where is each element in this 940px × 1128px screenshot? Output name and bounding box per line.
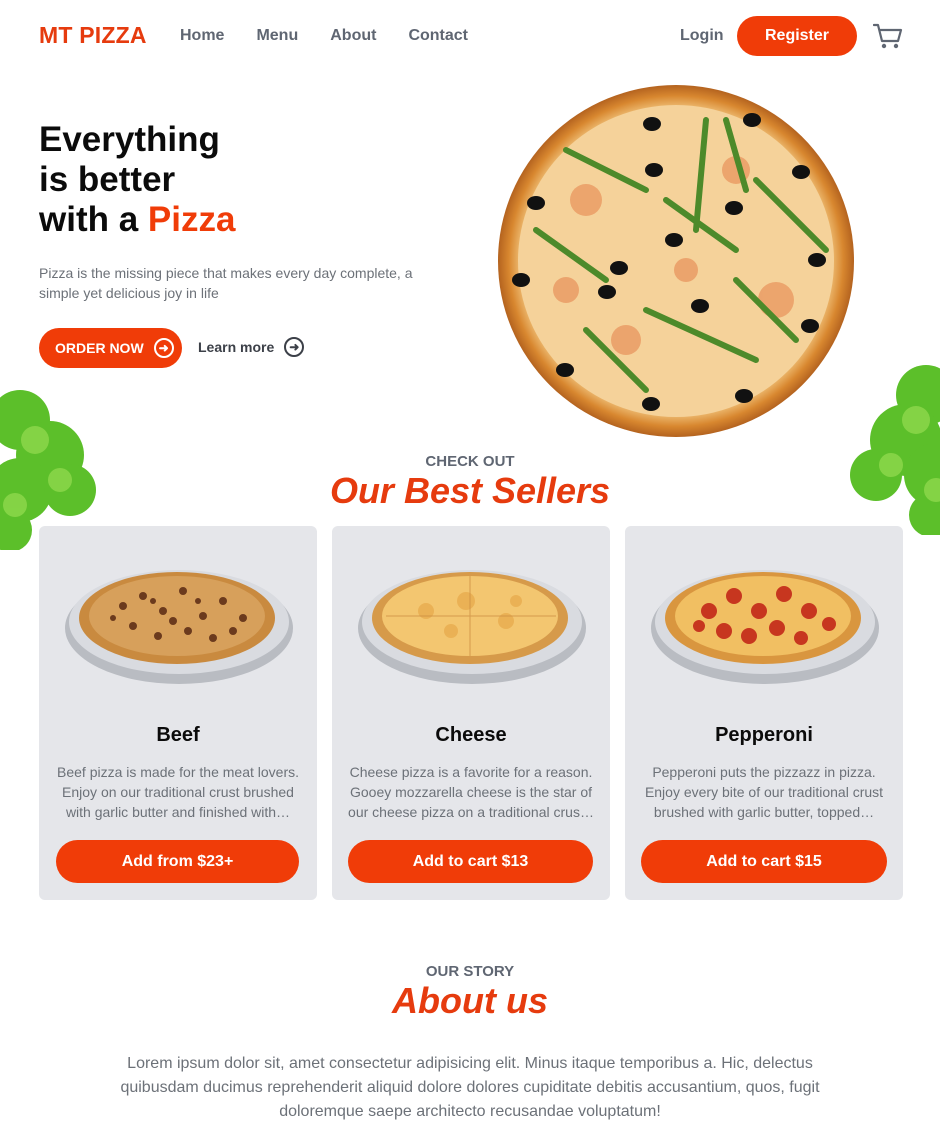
nav-home-link[interactable]: Home [180,27,224,45]
hero-title-line1: Everything [39,120,220,159]
hero-title-line2: is better [39,160,176,199]
order-now-label: ORDER NOW [55,340,144,356]
login-link[interactable]: Login [680,27,724,45]
cheese-pizza-image [358,570,586,684]
product-card-pepperoni: Pepperoni Pepperoni puts the pizzazz in … [625,526,903,900]
product-card-beef: Beef Beef pizza is made for the meat lov… [39,526,317,900]
hero-title-accent: Pizza [147,200,236,239]
about-kicker: OUR STORY [425,963,515,980]
main-nav: Home Menu About Contact [180,27,468,45]
product-description: Cheese pizza is a favorite for a reason.… [348,764,594,820]
best-sellers-kicker: CHECK OUT [425,453,515,470]
hero-description: Pizza is the missing piece that makes ev… [39,265,413,301]
arrow-right-circle-icon: ➜ [284,337,305,357]
about-title: About us [392,980,548,1021]
about-description: Lorem ipsum dolor sit, amet consectetur … [120,1055,820,1120]
site-header: MT PIZZA Home Menu About Contact Login R… [0,0,940,72]
add-to-cart-button[interactable]: Add from $23+ [56,840,299,883]
brand-logo[interactable]: MT PIZZA [39,22,147,49]
hero-pizza-image [498,85,854,437]
nav-menu-link[interactable]: Menu [256,27,298,45]
add-to-cart-button[interactable]: Add to cart $13 [348,840,593,883]
product-description: Beef pizza is made for the meat lovers. … [57,764,299,820]
add-to-cart-button[interactable]: Add to cart $15 [641,840,887,883]
pepperoni-pizza-image [651,570,879,684]
product-description: Pepperoni puts the pizzazz in pizza. Enj… [644,764,884,820]
product-name: Cheese [435,724,507,746]
nav-contact-link[interactable]: Contact [408,27,468,45]
hero-title: Everything is better with a Pizza [39,120,339,240]
product-name: Pepperoni [715,724,813,746]
arrow-right-circle-icon: ➜ [153,338,174,358]
learn-more-link[interactable]: Learn more ➜ [198,337,305,357]
register-button[interactable]: Register [737,16,857,56]
hero-title-line3: with a [39,200,148,239]
cart-icon[interactable] [873,22,903,50]
nav-about-link[interactable]: About [330,27,376,45]
order-now-button[interactable]: ORDER NOW ➜ [39,328,182,368]
beef-pizza-image [65,570,293,684]
product-card-cheese: Cheese Cheese pizza is a favorite for a … [332,526,610,900]
product-name: Beef [156,724,200,746]
best-sellers-title: Our Best Sellers [329,470,611,511]
learn-more-label: Learn more [198,339,275,355]
